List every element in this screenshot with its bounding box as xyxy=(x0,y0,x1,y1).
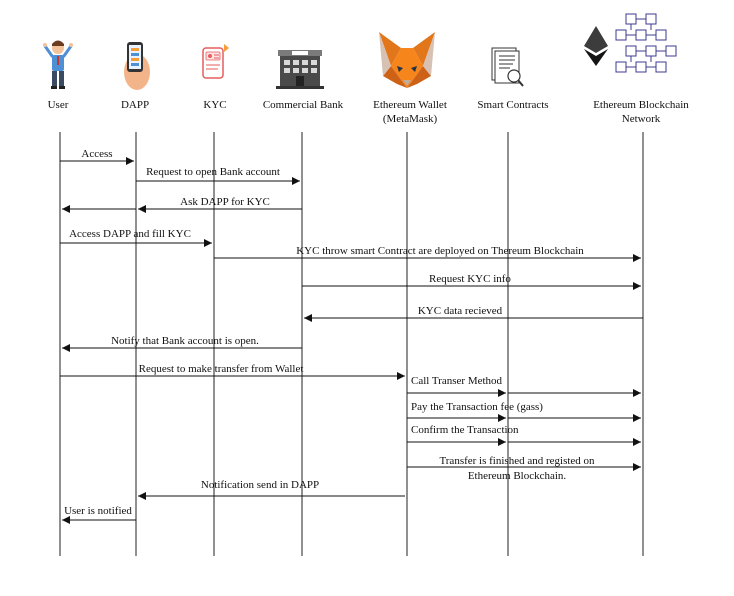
actor-label-user: User xyxy=(48,99,69,111)
message-access: Access xyxy=(60,148,134,165)
svg-text:Ask DAPP for KYC: Ask DAPP for KYC xyxy=(180,196,270,208)
message-notification-dapp: Notification send in DAPP xyxy=(138,479,405,500)
svg-text:Access DAPP and fill KYC: Access DAPP and fill KYC xyxy=(69,228,191,240)
svg-text:KYC data recieved: KYC data recieved xyxy=(418,305,503,317)
message-kyc-data-received: KYC data recieved xyxy=(304,305,643,322)
kyc-phone-icon xyxy=(202,44,229,79)
message-request-kyc-info: Request KYC info xyxy=(302,273,641,290)
svg-text:Call Transer Method: Call Transer Method xyxy=(411,375,503,387)
actor-label-contracts: Smart Contracts xyxy=(477,99,548,111)
svg-text:Confirm the Transaction: Confirm the Transaction xyxy=(411,424,519,436)
message-user-notified: User is notified xyxy=(62,505,136,524)
actor-label-bank: Commercial Bank xyxy=(263,99,344,111)
svg-text:Request to open Bank account: Request to open Bank account xyxy=(146,166,280,178)
message-deploy-contract: KYC throw smart Contract are deployed on… xyxy=(214,245,641,262)
message-request-open-account: Request to open Bank account xyxy=(136,166,300,185)
phone-app-icon xyxy=(124,42,150,90)
message-ask-dapp-kyc: Ask DAPP for KYC xyxy=(138,196,302,213)
svg-text:Transfer is finished and regis: Transfer is finished and registed on xyxy=(439,455,595,467)
message-call-transfer-method: Call Transer Method xyxy=(407,375,641,397)
message-request-transfer: Request to make transfer from Wallet xyxy=(60,363,405,380)
user-icon xyxy=(43,40,73,89)
svg-text:Request KYC info: Request KYC info xyxy=(429,273,511,285)
actor-label-wallet: Ethereum Wallet (MetaMask) xyxy=(373,99,447,125)
svg-text:Access: Access xyxy=(81,148,112,160)
svg-text:Notify that Bank account is op: Notify that Bank account is open. xyxy=(111,335,259,347)
contract-document-icon xyxy=(491,47,524,87)
message-notify-account-open: Notify that Bank account is open. xyxy=(62,335,302,352)
svg-text:KYC throw smart Contract are d: KYC throw smart Contract are deployed on… xyxy=(296,245,584,257)
svg-text:Pay the Transaction fee (gass): Pay the Transaction fee (gass) xyxy=(411,401,543,413)
ethereum-blockchain-icon xyxy=(584,13,677,73)
svg-text:Request to make transfer from: Request to make transfer from Wallet xyxy=(139,363,304,375)
sequence-diagram: User DAPP KYC Commercial Bank Ethereum W… xyxy=(43,13,689,556)
svg-text:Ethereum Blockchain.: Ethereum Blockchain. xyxy=(468,470,567,482)
bank-building-icon xyxy=(276,50,324,89)
message-confirm-transaction: Confirm the Transaction xyxy=(407,424,641,446)
actor-label-chain: Ethereum Blockchain Network xyxy=(593,99,689,125)
actor-label-kyc: KYC xyxy=(203,99,226,111)
svg-text:Notification send in DAPP: Notification send in DAPP xyxy=(201,479,319,491)
metamask-fox-icon xyxy=(379,32,435,88)
message-transfer-finished: Transfer is finished and registed on Eth… xyxy=(407,455,641,482)
actor-label-dapp: DAPP xyxy=(121,99,149,111)
svg-text:User is notified: User is notified xyxy=(64,505,132,517)
message-pay-transaction-fee: Pay the Transaction fee (gass) xyxy=(407,401,641,422)
